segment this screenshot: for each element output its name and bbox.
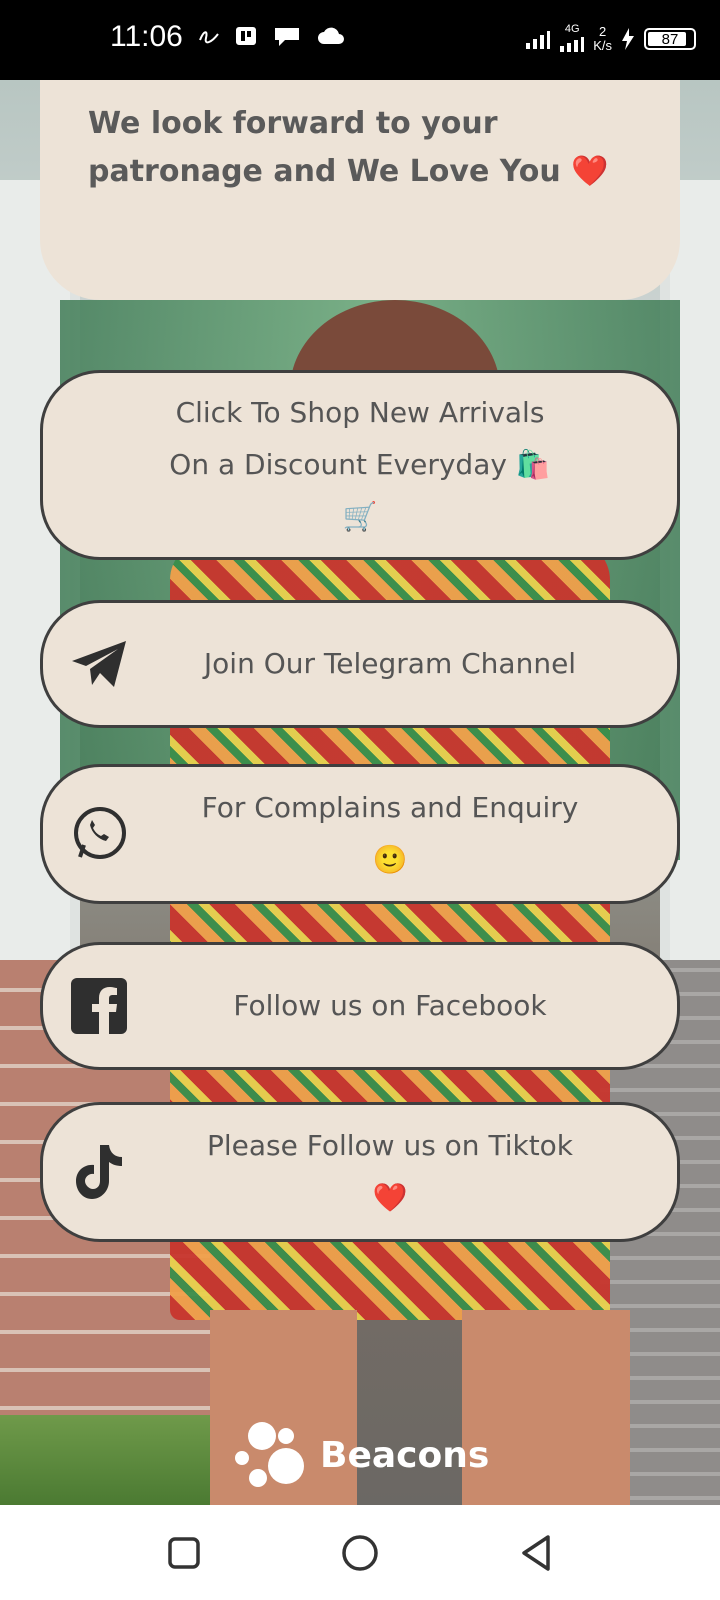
telegram-button[interactable]: Join Our Telegram Channel: [40, 600, 680, 728]
network-speed: 2 K/s: [593, 25, 612, 53]
battery-level: 87: [661, 30, 679, 48]
chat-icon: [275, 28, 299, 46]
tiktok-line-1: Please Follow us on Tiktok: [206, 1129, 574, 1162]
recent-apps-button[interactable]: [164, 1533, 204, 1573]
home-button[interactable]: [340, 1533, 380, 1573]
app-icon: [236, 27, 256, 45]
shop-button-label: Click To Shop New Arrivals On a Discount…: [83, 373, 637, 557]
signal-icon: [526, 31, 551, 49]
whatsapp-line-1: For Complains and Enquiry: [201, 791, 579, 824]
signal-icon-2: [560, 37, 585, 52]
charging-icon: [622, 28, 634, 50]
speed-value: 2: [598, 24, 607, 39]
shop-new-arrivals-button[interactable]: Click To Shop New Arrivals On a Discount…: [40, 370, 680, 560]
telegram-button-label: Join Our Telegram Channel: [143, 603, 637, 725]
shop-line-3: 🛒: [342, 500, 378, 533]
telegram-line-1: Join Our Telegram Channel: [203, 647, 577, 680]
status-time: 11:06: [110, 20, 183, 53]
beacons-logo[interactable]: Beacons: [234, 1420, 489, 1490]
telegram-icon: [69, 634, 129, 694]
intro-card: We look forward to your patronage and We…: [40, 80, 680, 300]
facebook-icon: [69, 976, 129, 1036]
beacons-brand-text: Beacons: [320, 1434, 490, 1476]
whatsapp-icon: [69, 804, 129, 864]
signature-icon: [199, 31, 219, 44]
status-bar: 11:06 4G 2 K/s 87: [0, 0, 720, 80]
tiktok-button-label: Please Follow us on Tiktok ❤️: [143, 1105, 637, 1239]
whatsapp-enquiry-button[interactable]: For Complains and Enquiry 🙂: [40, 764, 680, 904]
tiktok-button[interactable]: Please Follow us on Tiktok ❤️: [40, 1102, 680, 1242]
back-button[interactable]: [516, 1533, 556, 1573]
facebook-button-label: Follow us on Facebook: [143, 945, 637, 1067]
facebook-line-1: Follow us on Facebook: [233, 989, 547, 1022]
status-right: 4G 2 K/s 87: [525, 22, 696, 56]
whatsapp-line-2: 🙂: [372, 843, 408, 876]
facebook-button[interactable]: Follow us on Facebook: [40, 942, 680, 1070]
tiktok-line-2: ❤️: [372, 1181, 408, 1214]
network-type: 4G: [564, 23, 580, 35]
cloud-icon: [318, 27, 344, 44]
speed-unit: K/s: [593, 38, 612, 53]
intro-text: We look forward to your patronage and We…: [88, 106, 609, 189]
beacons-logo-icon: [235, 1422, 304, 1487]
notification-icons: [198, 24, 346, 48]
shop-line-1: Click To Shop New Arrivals: [175, 396, 545, 429]
tiktok-icon: [69, 1142, 129, 1202]
battery-indicator: 87: [644, 28, 696, 50]
whatsapp-button-label: For Complains and Enquiry 🙂: [143, 767, 637, 901]
navigation-bar: [0, 1505, 720, 1600]
shop-line-2: On a Discount Everyday 🛍️: [169, 448, 551, 481]
